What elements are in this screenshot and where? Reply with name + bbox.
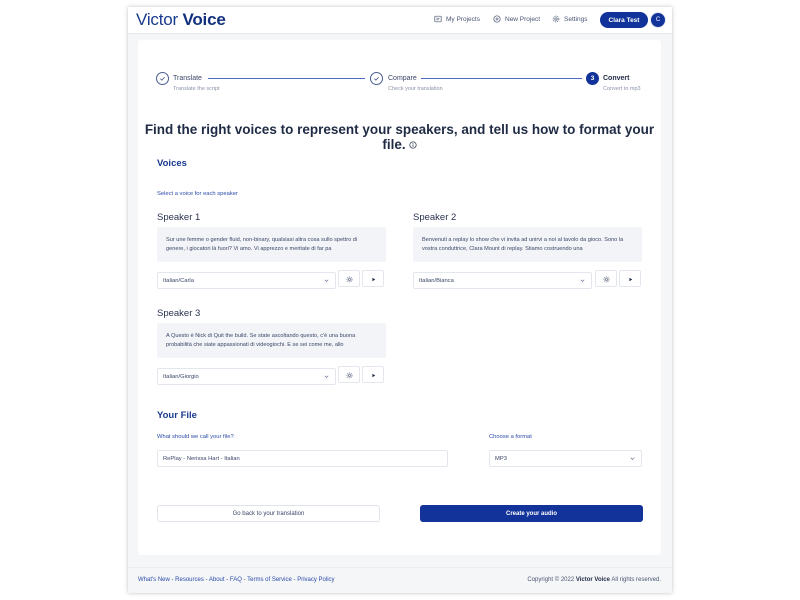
copyright-brand: Victor Voice: [575, 577, 610, 583]
chevron-down-icon: [579, 277, 586, 284]
step-3-number: 3: [586, 72, 599, 85]
plus-circle-icon: [493, 15, 501, 23]
play-icon: [370, 366, 377, 384]
nav-new-project-label: New Project: [505, 15, 541, 23]
logo-text-light: Victor: [136, 10, 178, 29]
page-headline-text: Find the right voices to represent your …: [144, 122, 655, 152]
app-window: Victor Voice My Projects New Project Set…: [128, 7, 672, 593]
user-account-button[interactable]: Clara Test: [600, 12, 648, 28]
chevron-down-icon: [629, 455, 636, 462]
create-audio-button[interactable]: Create your audio: [420, 505, 643, 522]
speaker-1-play-button[interactable]: [362, 270, 384, 287]
play-icon: [370, 270, 377, 288]
speaker-1-text: Sur une femme o gender fluid, non-binary…: [157, 227, 386, 262]
logo-text-bold: Voice: [182, 10, 226, 29]
footer-link-resources[interactable]: Resources: [175, 577, 204, 583]
nav-settings[interactable]: Settings: [552, 15, 588, 23]
nav-settings-label: Settings: [564, 15, 588, 23]
chevron-down-icon: [323, 277, 330, 284]
gear-icon: [603, 270, 610, 288]
play-icon: [627, 270, 634, 288]
gear-icon: [552, 15, 560, 23]
speaker-2-settings-button[interactable]: [595, 270, 617, 287]
step-connector-2: [421, 78, 582, 79]
gear-icon: [346, 270, 353, 288]
step-1-check-icon: [156, 72, 169, 85]
top-navigation-bar: Victor Voice My Projects New Project Set…: [128, 7, 672, 34]
copyright: Copyright © 2022 Victor Voice All rights…: [527, 577, 661, 583]
file-name-input[interactable]: RePlay - Nerissa Hart - Italian: [157, 450, 448, 467]
speaker-3-voice-value: Italian/Giorgio: [163, 374, 199, 380]
main-card: Translate Translate the script Compare C…: [138, 40, 661, 555]
step-3-title: Convert: [603, 75, 630, 82]
footer-link-faq[interactable]: FAQ: [230, 577, 242, 583]
speaker-1-title: Speaker 1: [157, 212, 201, 223]
voices-section-title: Voices: [157, 158, 187, 169]
step-connector-1: [208, 78, 365, 79]
step-2-check-icon: [370, 72, 383, 85]
info-icon[interactable]: [409, 141, 417, 149]
step-2-title: Compare: [388, 75, 417, 82]
nav-new-project[interactable]: New Project: [493, 15, 540, 23]
speaker-3-settings-button[interactable]: [338, 366, 360, 383]
folder-icon: [434, 15, 442, 23]
chevron-down-icon: [323, 373, 330, 380]
format-select[interactable]: MP3: [489, 450, 642, 467]
gear-icon: [346, 366, 353, 384]
speaker-1-settings-button[interactable]: [338, 270, 360, 287]
speaker-3-title: Speaker 3: [157, 308, 201, 319]
footer: What's New - Resources - About - FAQ - T…: [128, 567, 672, 593]
step-2-subtitle: Check your translation: [388, 86, 443, 92]
speaker-3-text: A Questo è Nick di Quit the build. Se st…: [157, 323, 386, 358]
nav-my-projects-label: My Projects: [446, 15, 480, 23]
footer-link-about[interactable]: About: [209, 577, 225, 583]
speaker-1-voice-value: Italian/Carla: [163, 278, 194, 284]
avatar[interactable]: C: [650, 12, 666, 28]
step-1-title: Translate: [173, 75, 202, 82]
step-3-subtitle: Convert to mp3: [603, 86, 641, 92]
step-1-subtitle: Translate the script: [173, 86, 220, 92]
format-label: Choose a format: [489, 434, 532, 440]
speaker-2-voice-value: Italian/Bianca: [419, 278, 454, 284]
format-value: MP3: [495, 456, 507, 462]
speaker-2-voice-select[interactable]: Italian/Bianca: [413, 272, 592, 289]
nav-my-projects[interactable]: My Projects: [434, 15, 480, 23]
back-to-translation-button[interactable]: Go back to your translation: [157, 505, 380, 522]
speaker-3-voice-select[interactable]: Italian/Giorgio: [157, 368, 336, 385]
voices-helper-text: Select a voice for each speaker: [157, 191, 238, 197]
copyright-prefix: Copyright © 2022: [527, 577, 575, 583]
copyright-suffix: All rights reserved.: [611, 577, 661, 583]
footer-link-terms[interactable]: Terms of Service: [247, 577, 292, 583]
logo[interactable]: Victor Voice: [136, 10, 226, 30]
speaker-2-title: Speaker 2: [413, 212, 457, 223]
speaker-2-text: Benvenuti a replay lo show che vi invita…: [413, 227, 642, 262]
footer-link-privacy[interactable]: Privacy Policy: [297, 577, 334, 583]
footer-link-whats-new[interactable]: What's New: [138, 577, 170, 583]
page-headline: Find the right voices to represent your …: [138, 122, 661, 152]
file-section-title: Your File: [157, 410, 197, 421]
speaker-2-play-button[interactable]: [619, 270, 641, 287]
footer-links: What's New - Resources - About - FAQ - T…: [138, 577, 335, 583]
file-name-label: What should we call your file?: [157, 434, 234, 440]
speaker-3-play-button[interactable]: [362, 366, 384, 383]
speaker-1-voice-select[interactable]: Italian/Carla: [157, 272, 336, 289]
